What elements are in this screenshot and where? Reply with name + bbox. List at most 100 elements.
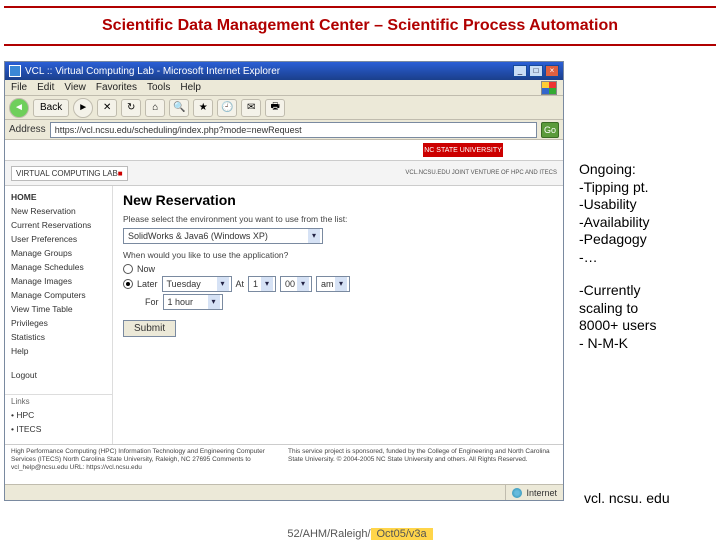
environment-value: SolidWorks & Java6 (Windows XP) xyxy=(128,231,268,241)
nav-statistics[interactable]: Statistics xyxy=(5,330,112,344)
nav-user-preferences[interactable]: User Preferences xyxy=(5,232,112,246)
notes-scaling: -Currently xyxy=(579,282,709,300)
menu-file[interactable]: File xyxy=(11,82,27,93)
slide-title-band: Scientific Data Management Center – Scie… xyxy=(4,6,716,46)
windows-logo-icon xyxy=(541,81,557,95)
sidebar-nav: HOME New Reservation Current Reservation… xyxy=(5,186,113,444)
stop-button[interactable]: ✕ xyxy=(97,99,117,117)
slide-title: Scientific Data Management Center – Scie… xyxy=(102,17,618,35)
notes-item: -Pedagogy xyxy=(579,231,709,249)
radio-later-label: Later xyxy=(137,279,158,289)
menu-help[interactable]: Help xyxy=(180,82,201,93)
minute-select[interactable]: 00 xyxy=(280,276,312,292)
nav-manage-schedules[interactable]: Manage Schedules xyxy=(5,260,112,274)
zone-label: Internet xyxy=(526,488,557,498)
vcl-subtitle: VCL.NCSU.EDU JOINT VENTURE OF HPC AND IT… xyxy=(405,170,557,177)
nc-header: NC STATE UNIVERSITY xyxy=(5,140,563,160)
page-viewport: NC STATE UNIVERSITY VIRTUAL COMPUTING LA… xyxy=(5,140,563,484)
address-value: https://vcl.ncsu.edu/scheduling/index.ph… xyxy=(55,125,302,135)
mail-button[interactable]: ✉ xyxy=(241,99,261,117)
notes-heading: Ongoing: xyxy=(579,161,709,179)
forward-button[interactable]: ► xyxy=(73,98,93,118)
minimize-button[interactable]: _ xyxy=(513,65,527,77)
favorites-button[interactable]: ★ xyxy=(193,99,213,117)
for-label: For xyxy=(145,297,159,307)
menu-favorites[interactable]: Favorites xyxy=(96,82,137,93)
notes-item: -Availability xyxy=(579,214,709,232)
nav-manage-images[interactable]: Manage Images xyxy=(5,274,112,288)
nav-help[interactable]: Help xyxy=(5,344,112,358)
nav-home[interactable]: HOME xyxy=(5,190,112,204)
hour-select[interactable]: 1 xyxy=(248,276,276,292)
day-value: Tuesday xyxy=(167,279,201,289)
nav-privileges[interactable]: Privileges xyxy=(5,316,112,330)
refresh-button[interactable]: ↻ xyxy=(121,99,141,117)
print-button[interactable]: 🖶 xyxy=(265,99,285,117)
history-button[interactable]: 🕘 xyxy=(217,99,237,117)
nav-new-reservation[interactable]: New Reservation xyxy=(5,204,112,218)
ie-menu-bar: File Edit View Favorites Tools Help xyxy=(5,80,563,96)
submit-button[interactable]: Submit xyxy=(123,320,176,337)
menu-edit[interactable]: Edit xyxy=(37,82,54,93)
nav-current-reservations[interactable]: Current Reservations xyxy=(5,218,112,232)
footer-left: High Performance Computing (HPC) Informa… xyxy=(11,448,280,481)
ie-app-icon xyxy=(9,65,21,77)
back-button[interactable]: ◄ xyxy=(9,98,29,118)
radio-now[interactable] xyxy=(123,264,133,274)
day-select[interactable]: Tuesday xyxy=(162,276,232,292)
nc-state-logo: NC STATE UNIVERSITY xyxy=(423,143,503,157)
footer-highlight: Oct05/v3a xyxy=(371,528,433,540)
notes-scaling: 8000+ users xyxy=(579,317,709,335)
vcl-banner: VIRTUAL COMPUTING LAB■ VCL.NCSU.EDU JOIN… xyxy=(5,160,563,186)
search-button[interactable]: 🔍 xyxy=(169,99,189,117)
links-header: Links xyxy=(5,394,112,408)
environment-select[interactable]: SolidWorks & Java6 (Windows XP) xyxy=(123,228,323,244)
page-footer: High Performance Computing (HPC) Informa… xyxy=(5,444,563,484)
close-button[interactable]: × xyxy=(545,65,559,77)
ie-titlebar: VCL :: Virtual Computing Lab - Microsoft… xyxy=(5,62,563,80)
slide-footer: 52/AHM/Raleigh/Oct05/v3a xyxy=(0,528,720,540)
page-heading: New Reservation xyxy=(123,192,553,208)
back-label[interactable]: Back xyxy=(33,99,69,117)
ie-status-bar: Internet xyxy=(5,484,563,500)
maximize-button[interactable]: □ xyxy=(529,65,543,77)
env-prompt: Please select the environment you want t… xyxy=(123,214,553,224)
menu-tools[interactable]: Tools xyxy=(147,82,170,93)
notes-item: -Usability xyxy=(579,196,709,214)
address-label: Address xyxy=(9,124,46,135)
ie-window-title: VCL :: Virtual Computing Lab - Microsoft… xyxy=(25,66,280,77)
vcl-logo: VIRTUAL COMPUTING LAB■ xyxy=(11,166,128,181)
minute-value: 00 xyxy=(285,279,295,289)
menu-view[interactable]: View xyxy=(64,82,86,93)
notes-item: -Tipping pt. xyxy=(579,179,709,197)
security-zone: Internet xyxy=(505,485,563,500)
nav-time-table[interactable]: View Time Table xyxy=(5,302,112,316)
notes-item: -… xyxy=(579,249,709,267)
vcl-url: vcl. ncsu. edu xyxy=(584,490,670,506)
notes-scaling: scaling to xyxy=(579,300,709,318)
notes-scaling: - N-M-K xyxy=(579,335,709,353)
duration-value: 1 hour xyxy=(168,297,194,307)
hour-value: 1 xyxy=(253,279,258,289)
radio-now-label: Now xyxy=(137,264,155,274)
ie-toolbar: ◄ Back ► ✕ ↻ ⌂ 🔍 ★ 🕘 ✉ 🖶 xyxy=(5,96,563,120)
when-prompt: When would you like to use the applicati… xyxy=(123,250,553,260)
duration-select[interactable]: 1 hour xyxy=(163,294,223,310)
ampm-select[interactable]: am xyxy=(316,276,350,292)
nav-manage-groups[interactable]: Manage Groups xyxy=(5,246,112,260)
footer-prefix: 52/AHM/Raleigh/ xyxy=(287,528,370,540)
nav-manage-computers[interactable]: Manage Computers xyxy=(5,288,112,302)
ampm-value: am xyxy=(321,279,334,289)
home-button[interactable]: ⌂ xyxy=(145,99,165,117)
link-hpc[interactable]: • HPC xyxy=(5,408,112,422)
slide-notes: Ongoing: -Tipping pt. -Usability -Availa… xyxy=(579,161,709,352)
address-input[interactable]: https://vcl.ncsu.edu/scheduling/index.ph… xyxy=(50,122,537,138)
nav-logout[interactable]: Logout xyxy=(5,368,112,382)
link-itecs[interactable]: • ITECS xyxy=(5,422,112,436)
go-button[interactable]: Go xyxy=(541,122,559,138)
ie-window: VCL :: Virtual Computing Lab - Microsoft… xyxy=(4,61,564,501)
main-panel: New Reservation Please select the enviro… xyxy=(113,186,563,444)
footer-right: This service project is sponsored, funde… xyxy=(288,448,557,481)
ie-address-bar: Address https://vcl.ncsu.edu/scheduling/… xyxy=(5,120,563,140)
radio-later[interactable] xyxy=(123,279,133,289)
